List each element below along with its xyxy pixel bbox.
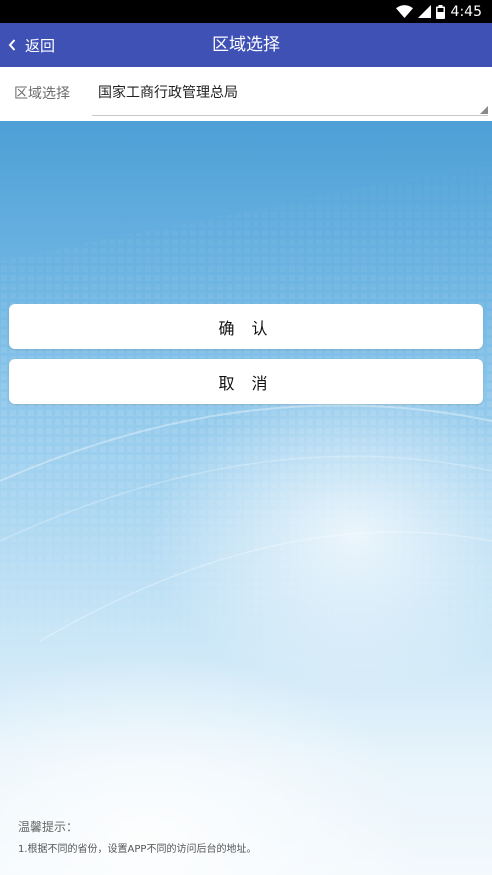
status-bar: 4:45 [0, 0, 492, 23]
title-bar: 返回 区域选择 [0, 23, 492, 67]
signal-icon [417, 5, 431, 18]
chevron-left-icon [8, 39, 16, 51]
battery-icon [435, 4, 445, 19]
tips-item: 1.根据不同的省份，设置APP不同的访问后台的地址。 [18, 844, 257, 855]
screen: 4:45 返回 区域选择 区域选择 国家工商行政管理总局 确 认 取 消 温馨提… [0, 0, 492, 875]
region-select[interactable]: 国家工商行政管理总局 [92, 73, 488, 116]
dropdown-corner-icon [480, 106, 488, 114]
wifi-icon [395, 5, 413, 18]
cancel-button[interactable]: 取 消 [9, 359, 483, 404]
confirm-button[interactable]: 确 认 [9, 304, 483, 349]
region-selected-value: 国家工商行政管理总局 [98, 85, 238, 101]
back-button[interactable]: 返回 [8, 23, 55, 67]
status-time: 4:45 [450, 3, 482, 20]
background-image [0, 121, 492, 875]
back-label: 返回 [25, 36, 56, 55]
tips-title: 温馨提示： [18, 820, 79, 834]
background-pattern [0, 161, 492, 681]
page-title: 区域选择 [212, 35, 280, 55]
region-label: 区域选择 [14, 86, 70, 102]
region-row: 区域选择 国家工商行政管理总局 [0, 67, 492, 121]
